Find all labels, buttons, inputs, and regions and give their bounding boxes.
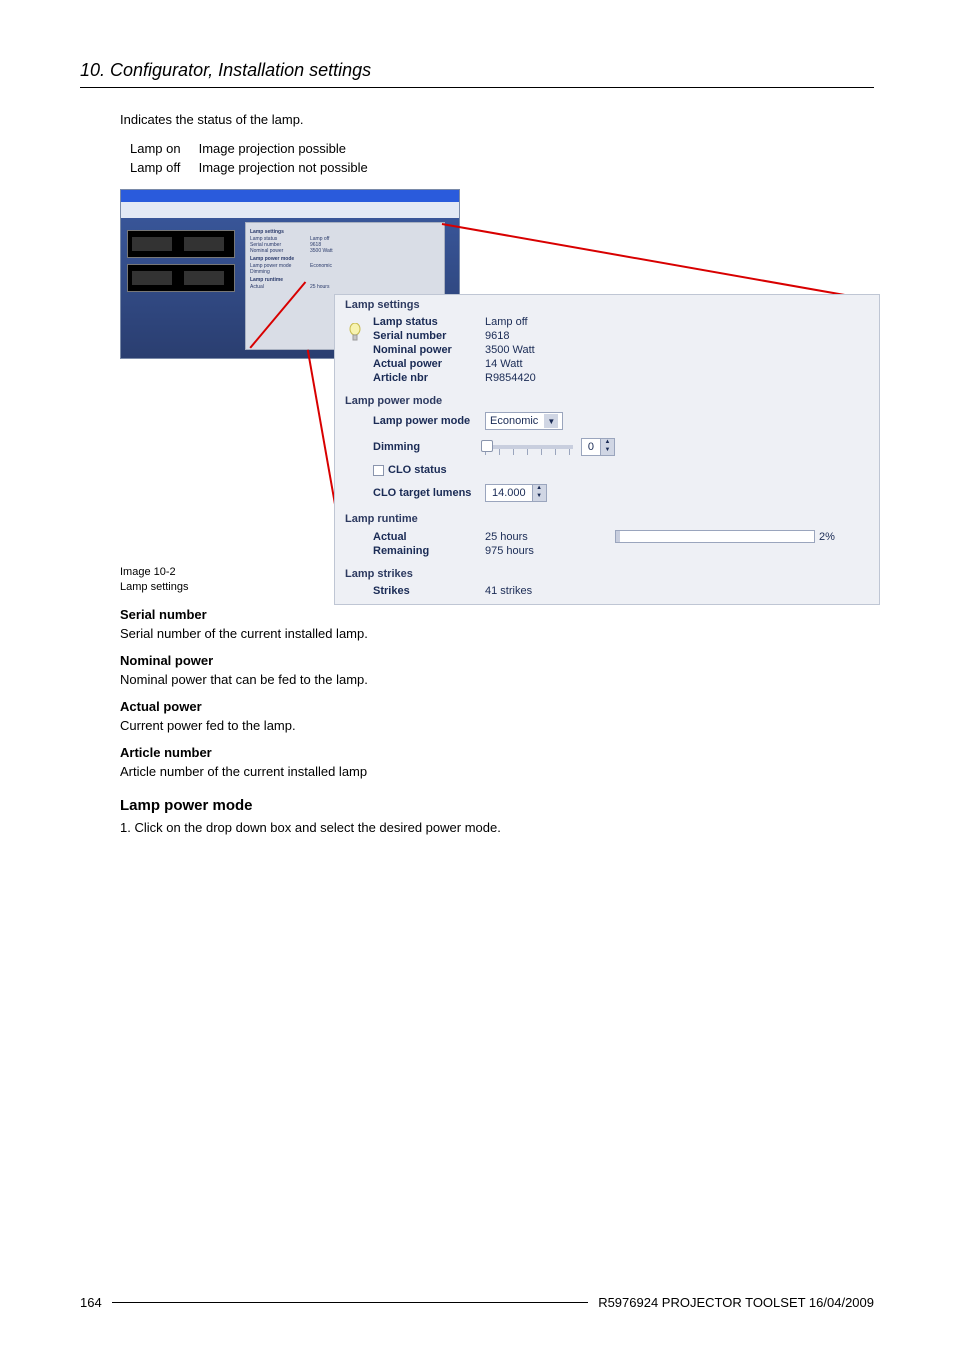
lamp-meaning-cell: Image projection not possible xyxy=(199,158,386,177)
group-title-strikes: Lamp strikes xyxy=(335,564,879,582)
intro-text: Indicates the status of the lamp. xyxy=(120,112,874,127)
power-mode-dropdown[interactable]: Economic ▼ xyxy=(485,412,563,430)
figure-label: Lamp settings xyxy=(120,581,188,593)
window-titlebar xyxy=(121,190,459,202)
term-body: Current power fed to the lamp. xyxy=(120,718,874,733)
spin-up-icon[interactable]: ▲ xyxy=(532,485,546,493)
kv-key: Article nbr xyxy=(373,371,485,385)
runtime-row: Actual 25 hours 2% xyxy=(373,529,869,544)
figure-wrapper: Lamp settings Lamp statusLamp off Serial… xyxy=(120,189,880,559)
lamp-state-cell: Lamp on xyxy=(130,139,199,158)
page-footer: 164 R5976924 PROJECTOR TOOLSET 16/04/200… xyxy=(80,1295,874,1310)
term-heading: Serial number xyxy=(120,607,874,622)
spacer xyxy=(345,584,365,598)
kv-val: 3500 Watt xyxy=(485,343,615,357)
kv-key: Serial number xyxy=(373,329,485,343)
chevron-down-icon: ▼ xyxy=(544,414,558,428)
spin-down-icon[interactable]: ▼ xyxy=(600,447,614,455)
kv-row: Lamp power mode Economic ▼ xyxy=(373,411,869,431)
page-number: 164 xyxy=(80,1295,102,1310)
kv-key: Lamp status xyxy=(373,315,485,329)
runtime-actual-label: Actual xyxy=(373,531,485,543)
sub-heading: Lamp power mode xyxy=(120,797,874,814)
runtime-progress-text: 2% xyxy=(819,531,835,543)
kv-val: 9618 xyxy=(485,329,615,343)
runtime-progress xyxy=(615,530,815,543)
power-mode-label: Lamp power mode xyxy=(373,414,485,428)
strikes-label: Strikes xyxy=(373,584,485,598)
runtime-remaining-label: Remaining xyxy=(373,545,485,557)
window-toolbar xyxy=(121,202,459,218)
dimming-slider[interactable] xyxy=(485,445,573,449)
kv-row: Dimming 0 ▲▼ xyxy=(373,437,869,457)
term-heading: Article number xyxy=(120,745,874,760)
section-rule xyxy=(80,87,874,88)
kv-key: Actual power xyxy=(373,357,485,371)
term-body: Article number of the current installed … xyxy=(120,764,874,779)
footer-doc-id: R5976924 PROJECTOR TOOLSET 16/04/2009 xyxy=(598,1295,874,1310)
table-row: Lamp on Image projection possible xyxy=(130,139,386,158)
kv-row: Lamp status Lamp off xyxy=(373,315,869,329)
kv-val: Lamp off xyxy=(485,315,615,329)
spinner-value: 0 xyxy=(582,441,600,453)
dropdown-value: Economic xyxy=(490,415,538,427)
kv-row: CLO target lumens 14.000 ▲▼ xyxy=(373,483,869,503)
spinner-value: 14.000 xyxy=(486,487,532,499)
term-body: Nominal power that can be fed to the lam… xyxy=(120,672,874,687)
kv-val: 14 Watt xyxy=(485,357,615,371)
lamp-meaning-cell: Image projection possible xyxy=(199,139,386,158)
strikes-value: 41 strikes xyxy=(485,584,615,598)
kv-row: Nominal power 3500 Watt xyxy=(373,343,869,357)
kv-row: CLO status xyxy=(373,463,869,477)
spacer xyxy=(345,411,365,503)
group-title-power-mode: Lamp power mode xyxy=(335,391,879,409)
clo-status-label: CLO status xyxy=(388,464,447,476)
projector-thumb xyxy=(127,230,235,258)
term-body: Serial number of the current installed l… xyxy=(120,626,874,641)
dimming-label: Dimming xyxy=(373,440,485,454)
clo-target-spinner[interactable]: 14.000 ▲▼ xyxy=(485,484,547,502)
lamp-settings-panel: Lamp settings Lamp status Lamp off Seria… xyxy=(334,294,880,605)
kv-row: Strikes 41 strikes xyxy=(373,584,869,598)
step-text: 1. Click on the drop down box and select… xyxy=(120,820,874,835)
projector-thumbnails xyxy=(127,230,235,298)
figure-number: Image 10-2 xyxy=(120,566,176,578)
group-title-settings: Lamp settings xyxy=(335,295,879,313)
slider-knob[interactable] xyxy=(481,440,493,452)
spin-up-icon[interactable]: ▲ xyxy=(600,439,614,447)
clo-status-checkbox[interactable] xyxy=(373,465,384,476)
footer-rule xyxy=(112,1302,588,1303)
lamp-state-cell: Lamp off xyxy=(130,158,199,177)
bulb-icon xyxy=(345,315,365,385)
lamp-status-table: Lamp on Image projection possible Lamp o… xyxy=(130,139,386,177)
kv-val: R9854420 xyxy=(485,371,615,385)
runtime-row: Remaining 975 hours xyxy=(373,544,869,558)
callout-line xyxy=(442,223,876,301)
kv-row: Actual power 14 Watt xyxy=(373,357,869,371)
kv-row: Serial number 9618 xyxy=(373,329,869,343)
term-heading: Actual power xyxy=(120,699,874,714)
projector-thumb xyxy=(127,264,235,292)
spacer xyxy=(345,529,365,558)
section-heading: 10. Configurator, Installation settings xyxy=(80,60,874,81)
group-title-runtime: Lamp runtime xyxy=(335,509,879,527)
runtime-actual-value: 25 hours xyxy=(485,531,585,543)
kv-key: Nominal power xyxy=(373,343,485,357)
term-heading: Nominal power xyxy=(120,653,874,668)
table-row: Lamp off Image projection not possible xyxy=(130,158,386,177)
kv-row: Article nbr R9854420 xyxy=(373,371,869,385)
clo-target-label: CLO target lumens xyxy=(373,486,485,500)
runtime-remaining-value: 975 hours xyxy=(485,545,585,557)
spin-down-icon[interactable]: ▼ xyxy=(532,493,546,501)
dimming-spinner[interactable]: 0 ▲▼ xyxy=(581,438,615,456)
